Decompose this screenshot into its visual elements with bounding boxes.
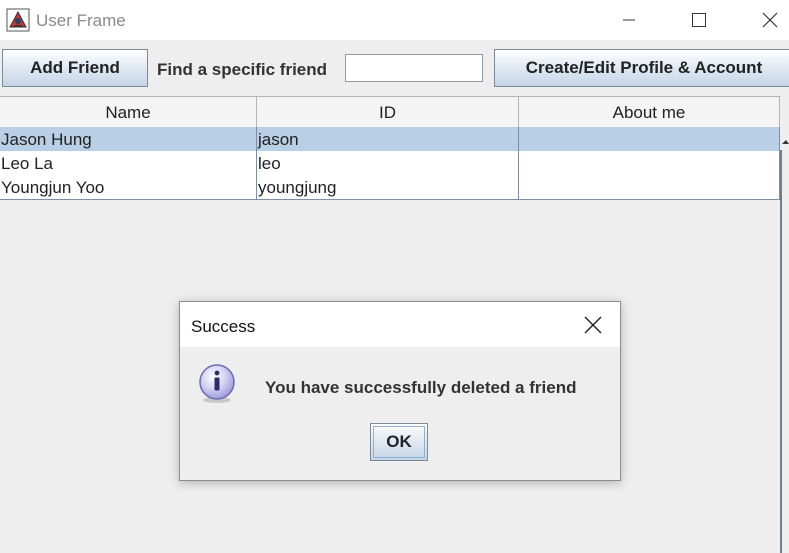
column-header-about[interactable]: About me: [519, 97, 780, 127]
cell-about[interactable]: [519, 151, 780, 175]
ok-button[interactable]: OK: [370, 423, 428, 461]
table-header: Name ID About me: [0, 96, 780, 128]
cell-about[interactable]: [519, 175, 780, 199]
cell-name[interactable]: Jason Hung: [0, 127, 257, 151]
cell-id[interactable]: youngjung: [257, 175, 519, 199]
window-title: User Frame: [36, 11, 126, 30]
close-icon[interactable]: [746, 0, 789, 40]
dialog-titlebar: Success: [180, 302, 620, 347]
java-app-icon: [6, 8, 30, 32]
find-friend-label: Find a specific friend: [157, 60, 328, 79]
maximize-icon[interactable]: [676, 0, 722, 40]
table-row[interactable]: Jason Hung jason: [0, 127, 780, 152]
ok-button-label: OK: [373, 426, 425, 458]
cell-id[interactable]: jason: [257, 127, 519, 151]
table-row[interactable]: Leo La leo: [0, 151, 780, 176]
cell-about[interactable]: [519, 127, 780, 151]
dialog-message: You have successfully deleted a friend: [265, 378, 577, 397]
scrollbar-track[interactable]: [780, 150, 782, 553]
cell-name[interactable]: Youngjun Yoo: [0, 175, 257, 199]
find-friend-input[interactable]: [345, 54, 483, 82]
success-dialog: Success You have successfully deleted a …: [179, 301, 621, 481]
info-icon: [199, 364, 235, 403]
close-icon[interactable]: [582, 314, 604, 336]
minimize-icon[interactable]: [606, 0, 652, 40]
cell-id[interactable]: leo: [257, 151, 519, 175]
table-row[interactable]: Youngjun Yoo youngjung: [0, 175, 780, 200]
create-edit-profile-button[interactable]: Create/Edit Profile & Account: [494, 49, 789, 87]
scroll-up-arrow-icon[interactable]: [781, 130, 789, 152]
column-header-name[interactable]: Name: [0, 97, 257, 127]
window-titlebar: User Frame: [0, 0, 789, 40]
add-friend-button[interactable]: Add Friend: [2, 49, 148, 87]
cell-name[interactable]: Leo La: [0, 151, 257, 175]
dialog-title: Success: [191, 317, 256, 336]
column-header-id[interactable]: ID: [257, 97, 519, 127]
